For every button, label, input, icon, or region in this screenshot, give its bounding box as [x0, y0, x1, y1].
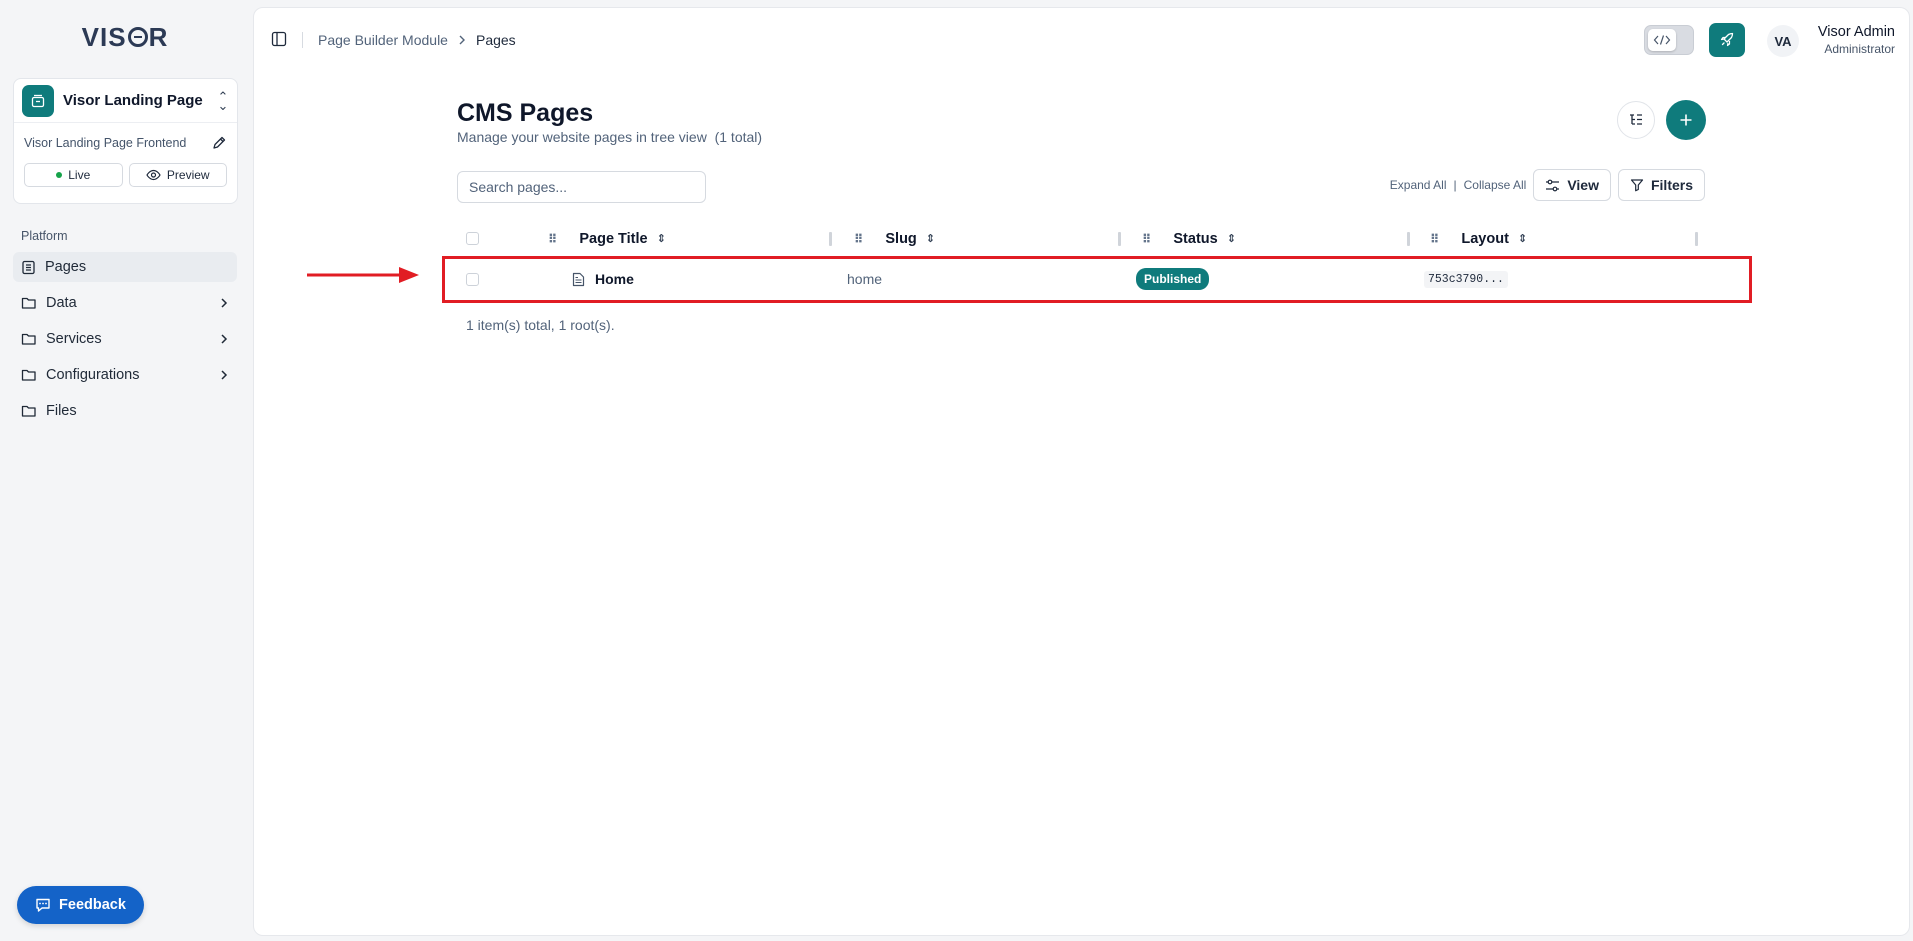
sort-icon[interactable]: ⇕	[1227, 232, 1236, 245]
column-label: Page Title	[579, 230, 648, 247]
page-title: CMS Pages	[457, 99, 594, 127]
preview-label: Preview	[166, 168, 210, 182]
column-status[interactable]: ⠿ Status ⇕	[1142, 222, 1236, 255]
search-input[interactable]	[457, 171, 706, 203]
sidebar-item-label: Data	[46, 295, 77, 311]
chevron-right-icon	[221, 298, 228, 308]
sort-icon[interactable]: ⇕	[657, 232, 666, 245]
column-resize-handle[interactable]	[1407, 232, 1410, 246]
table-header: ⠿ Page Title ⇕ ⠿ Slug ⇕ ⠿ Status ⇕ ⠿ Lay…	[457, 222, 1698, 255]
column-label: Slug	[885, 230, 917, 247]
folder-icon	[21, 333, 36, 345]
plus-icon	[1680, 114, 1692, 126]
project-card: Visor Landing Page ⌃ ⌄ Visor Landing Page…	[13, 78, 238, 204]
project-icon	[22, 84, 54, 117]
sidebar-item-label: Pages	[45, 259, 87, 275]
column-resize-handle[interactable]	[1118, 232, 1121, 246]
drag-handle-icon[interactable]: ⠿	[854, 232, 863, 246]
sidebar-item-services[interactable]: Services	[13, 324, 237, 354]
sidebar-item-label: Files	[46, 403, 77, 419]
table-toolbar: Expand All | Collapse All View Filters	[1390, 169, 1705, 201]
eye-icon	[146, 169, 161, 181]
feedback-button[interactable]: Feedback	[17, 886, 144, 924]
column-label: Status	[1173, 230, 1218, 247]
sidebar-nav: Pages Data Services Configurations Files	[13, 252, 237, 432]
collapse-all-link[interactable]: Collapse All	[1464, 178, 1527, 192]
project-subtitle: Visor Landing Page Frontend	[24, 136, 187, 150]
table-footer-count: 1 item(s) total, 1 root(s).	[466, 317, 615, 333]
tree-list-icon	[1630, 114, 1642, 125]
chevron-up-down-icon: ⌃ ⌄	[217, 88, 229, 113]
feedback-label: Feedback	[59, 897, 126, 913]
tree-view-button[interactable]	[1617, 101, 1655, 139]
row-highlight-box	[442, 256, 1752, 303]
chevron-right-icon	[221, 370, 228, 380]
folder-icon	[21, 297, 36, 309]
column-label: Layout	[1461, 230, 1509, 247]
filters-label: Filters	[1650, 177, 1693, 193]
sidebar-item-pages[interactable]: Pages	[13, 252, 237, 282]
live-status-dot-icon	[56, 172, 63, 178]
sidebar-item-files[interactable]: Files	[13, 396, 237, 426]
sort-icon[interactable]: ⇕	[926, 232, 935, 245]
sidebar-item-data[interactable]: Data	[13, 288, 237, 318]
sidebar-item-label: Services	[46, 331, 102, 347]
drag-handle-icon[interactable]: ⠿	[1430, 232, 1439, 246]
filters-button[interactable]: Filters	[1617, 169, 1705, 201]
edit-pencil-icon[interactable]	[211, 135, 227, 151]
expand-all-link[interactable]: Expand All	[1390, 178, 1447, 192]
sidebar: VIS R Visor Landing Page ⌃ ⌄ Visor Landing…	[0, 0, 250, 941]
preview-button[interactable]: Preview	[128, 163, 227, 187]
folder-icon	[21, 369, 36, 381]
nav-section-heading: Platform	[21, 229, 68, 243]
toolbar-separator: |	[1453, 178, 1457, 192]
page-list-icon	[22, 260, 35, 274]
chevron-right-icon	[221, 334, 228, 344]
drag-handle-icon[interactable]: ⠿	[548, 232, 557, 246]
live-button[interactable]: Live	[24, 163, 123, 187]
folder-icon	[21, 405, 36, 417]
filter-icon	[1630, 179, 1644, 192]
sort-icon[interactable]: ⇕	[1518, 232, 1527, 245]
add-page-button[interactable]	[1666, 100, 1706, 140]
sidebar-item-label: Configurations	[46, 367, 140, 383]
project-switcher[interactable]: Visor Landing Page ⌃ ⌄	[14, 79, 237, 123]
page-subtitle: Manage your website pages in tree view (…	[457, 129, 763, 145]
column-page-title[interactable]: ⠿ Page Title ⇕	[548, 222, 666, 255]
view-button[interactable]: View	[1533, 169, 1611, 201]
sidebar-item-configurations[interactable]: Configurations	[13, 360, 237, 390]
content-area: CMS Pages Manage your website pages in t…	[253, 7, 1910, 936]
view-label: View	[1567, 177, 1599, 193]
column-slug[interactable]: ⠿ Slug ⇕	[854, 222, 935, 255]
live-label: Live	[68, 168, 91, 182]
column-layout[interactable]: ⠿ Layout ⇕	[1430, 222, 1527, 255]
visor-logo[interactable]: VIS R	[0, 22, 250, 53]
drag-handle-icon[interactable]: ⠿	[1142, 232, 1151, 246]
project-name: Visor Landing Page	[63, 92, 203, 109]
chat-bubble-icon	[36, 898, 50, 912]
select-all-checkbox[interactable]	[466, 222, 479, 255]
sliders-icon	[1546, 179, 1560, 191]
red-arrow-icon	[307, 267, 419, 283]
column-resize-handle[interactable]	[1695, 232, 1698, 246]
column-resize-handle[interactable]	[829, 232, 832, 246]
